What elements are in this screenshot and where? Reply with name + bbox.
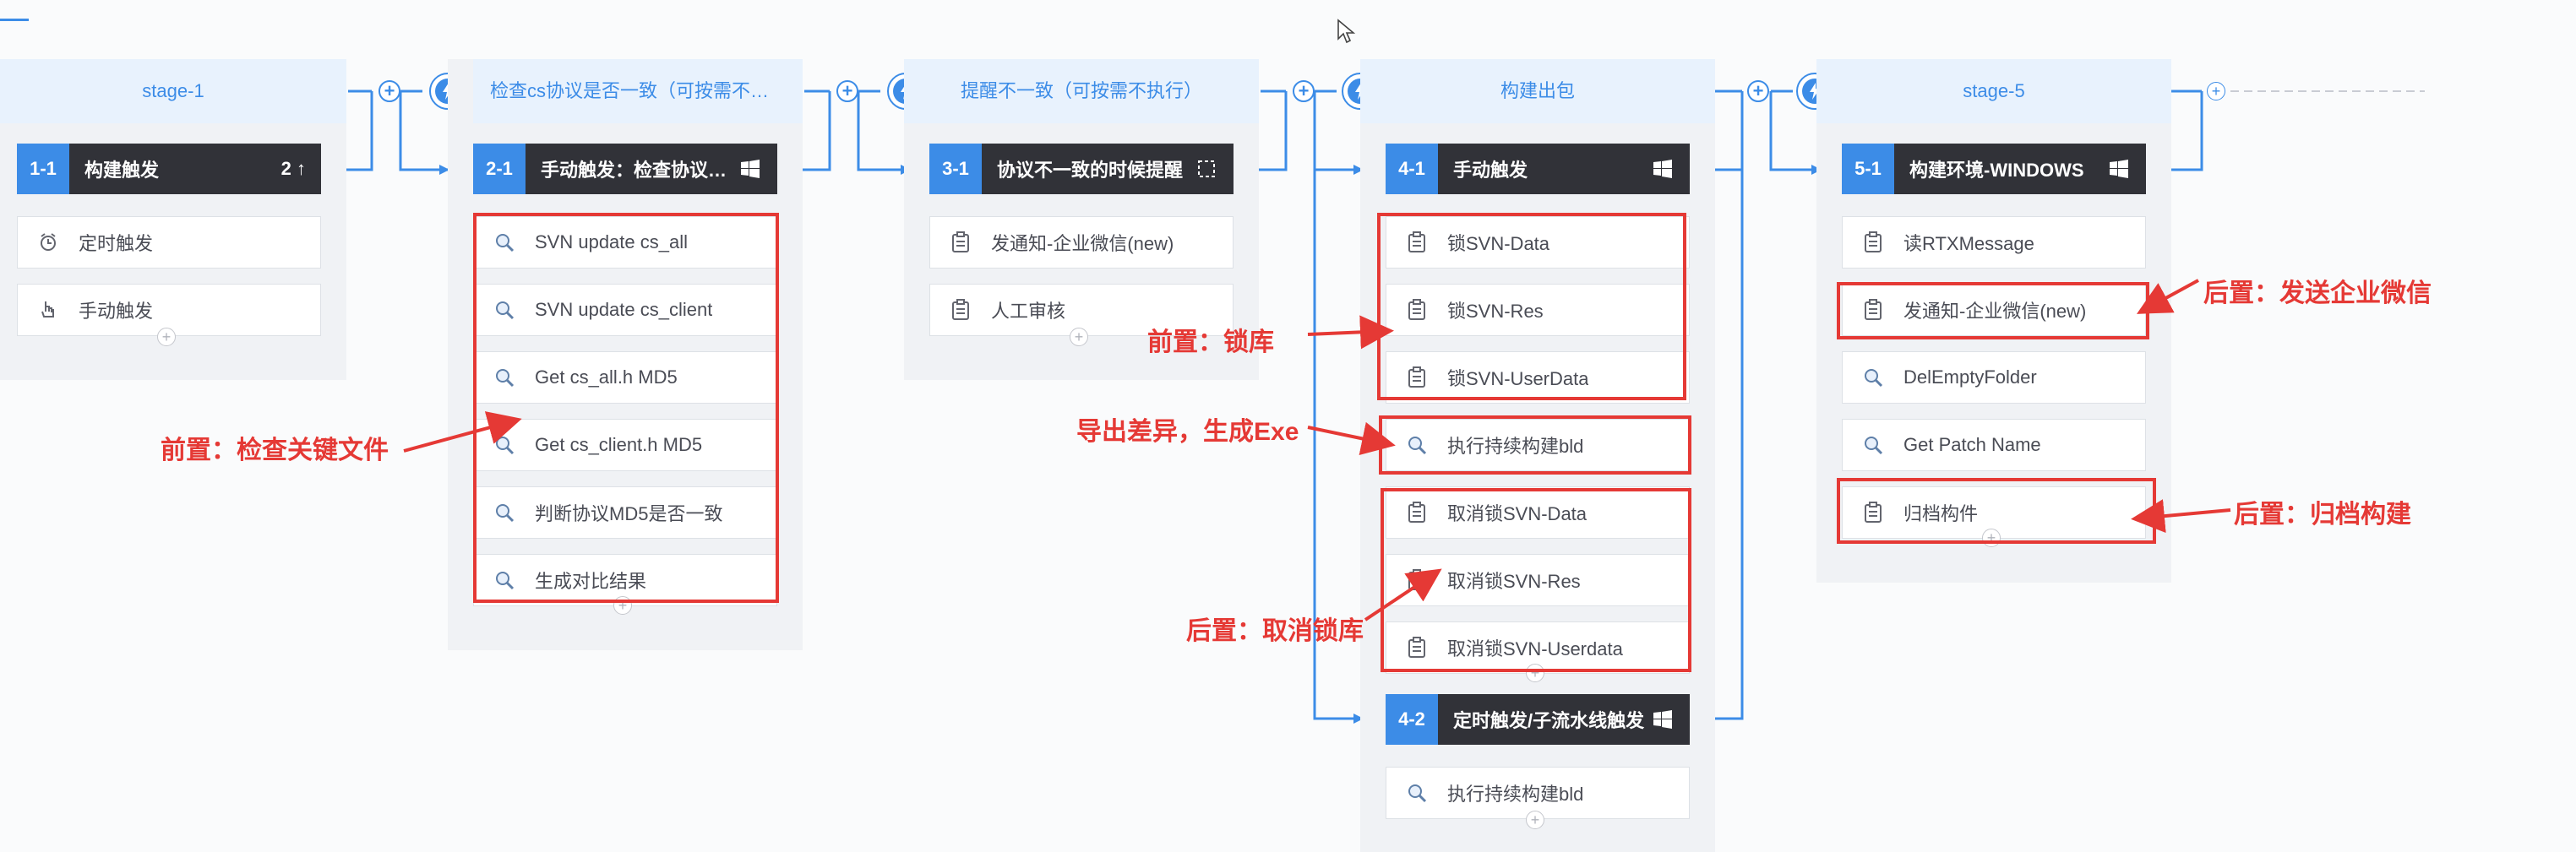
- annotation-arrows: [403, 279, 2231, 621]
